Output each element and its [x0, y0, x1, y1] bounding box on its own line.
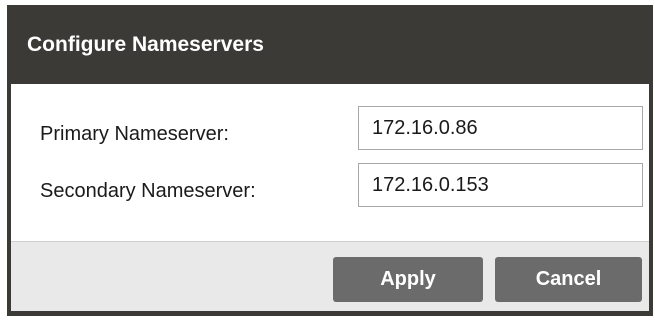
configure-nameservers-dialog: Configure Nameservers Primary Nameserver…: [7, 5, 653, 316]
dialog-body: Primary Nameserver: Secondary Nameserver…: [11, 84, 649, 241]
cancel-button[interactable]: Cancel: [495, 257, 642, 302]
primary-nameserver-input[interactable]: [358, 106, 643, 150]
dialog-title: Configure Nameservers: [27, 33, 264, 56]
dialog-title-bar: Configure Nameservers: [7, 5, 653, 84]
primary-nameserver-label: Primary Nameserver:: [40, 123, 229, 145]
secondary-nameserver-input[interactable]: [358, 163, 643, 207]
apply-button[interactable]: Apply: [333, 257, 483, 302]
dialog-footer: Apply Cancel: [11, 241, 649, 311]
secondary-nameserver-label: Secondary Nameserver:: [40, 180, 256, 202]
